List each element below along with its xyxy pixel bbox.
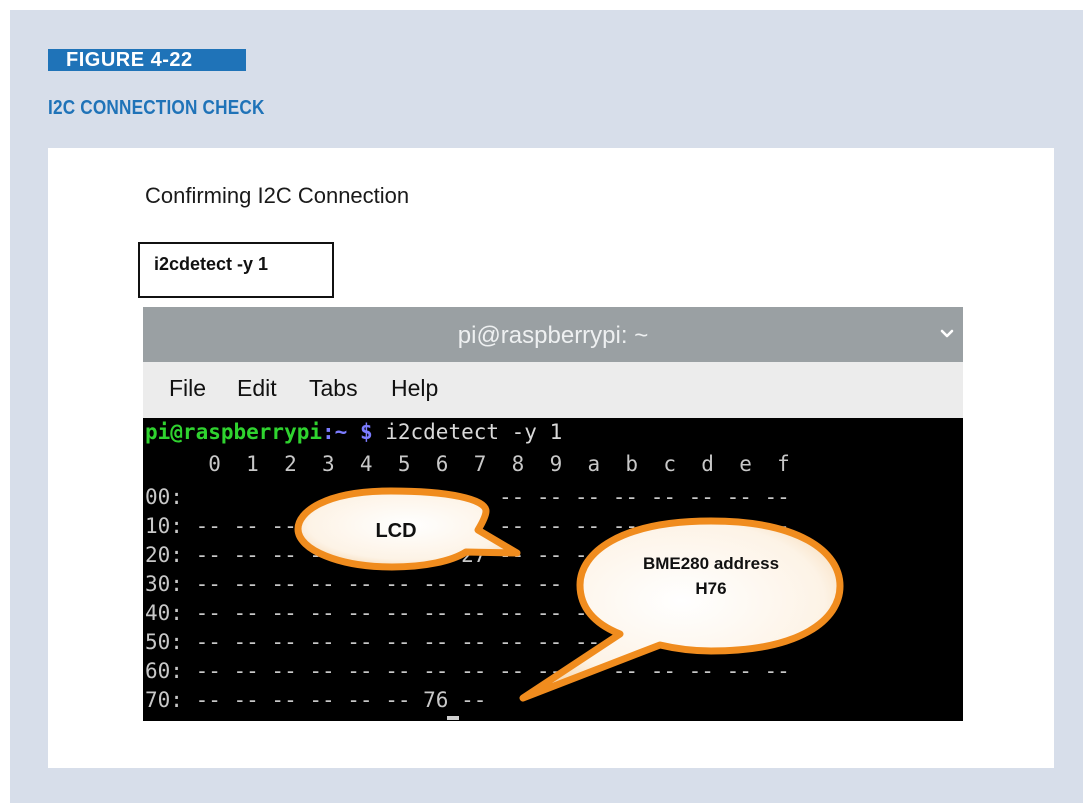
command-box: i2cdetect -y 1: [138, 242, 334, 298]
window-title: pi@raspberrypi: ~: [457, 322, 649, 349]
menu-help[interactable]: Help: [391, 375, 438, 402]
prompt-line: pi@raspberrypi:~ $ i2cdetect -y 1: [145, 420, 562, 444]
address-row: 60: -- -- -- -- -- -- -- -- -- -- -- -- …: [145, 659, 790, 683]
terminal-output[interactable]: pi@raspberrypi:~ $ i2cdetect -y 1 0 1 2 …: [143, 418, 963, 721]
card-heading: Confirming I2C Connection: [145, 183, 410, 208]
terminal-cursor: [447, 716, 459, 720]
address-header-row: 0 1 2 3 4 5 6 7 8 9 a b c d e f: [145, 452, 790, 476]
menu-bar: File Edit Tabs Help: [143, 362, 963, 418]
terminal-window[interactable]: pi@raspberrypi: ~ File Edit Tabs Help pi…: [143, 307, 963, 721]
address-row: 70: -- -- -- -- -- -- 76 --: [145, 688, 487, 712]
bme280-callout-line2: H76: [695, 579, 727, 598]
chevron-down-icon[interactable]: [939, 326, 955, 342]
bme280-callout-line1: BME280 address: [642, 554, 780, 573]
address-row: 10: -- -- -- -- -- -- -- -- -- -- -- -- …: [145, 514, 790, 538]
address-row: 40: -- -- -- -- -- -- -- -- -- -- -- -- …: [145, 601, 790, 625]
address-row: 50: -- -- -- -- -- -- -- -- -- -- -- -- …: [145, 630, 790, 654]
menu-edit[interactable]: Edit: [237, 375, 277, 402]
command-box-text: i2cdetect -y 1: [154, 254, 269, 274]
address-row: 00: -- -- -- -- -- -- -- --: [145, 485, 790, 509]
lcd-callout-text: LCD: [375, 520, 417, 542]
menu-file[interactable]: File: [169, 375, 206, 402]
menu-tabs[interactable]: Tabs: [309, 375, 358, 402]
prompt-path: :~ $: [322, 420, 373, 444]
figure-number-label: FIGURE 4-22: [48, 49, 246, 71]
prompt-command: i2cdetect -y 1: [372, 420, 563, 444]
figure-title: I2C CONNECTION CHECK: [48, 97, 265, 119]
prompt-user: pi@raspberrypi: [145, 420, 323, 444]
terminal-titlebar[interactable]: pi@raspberrypi: ~: [143, 307, 963, 362]
